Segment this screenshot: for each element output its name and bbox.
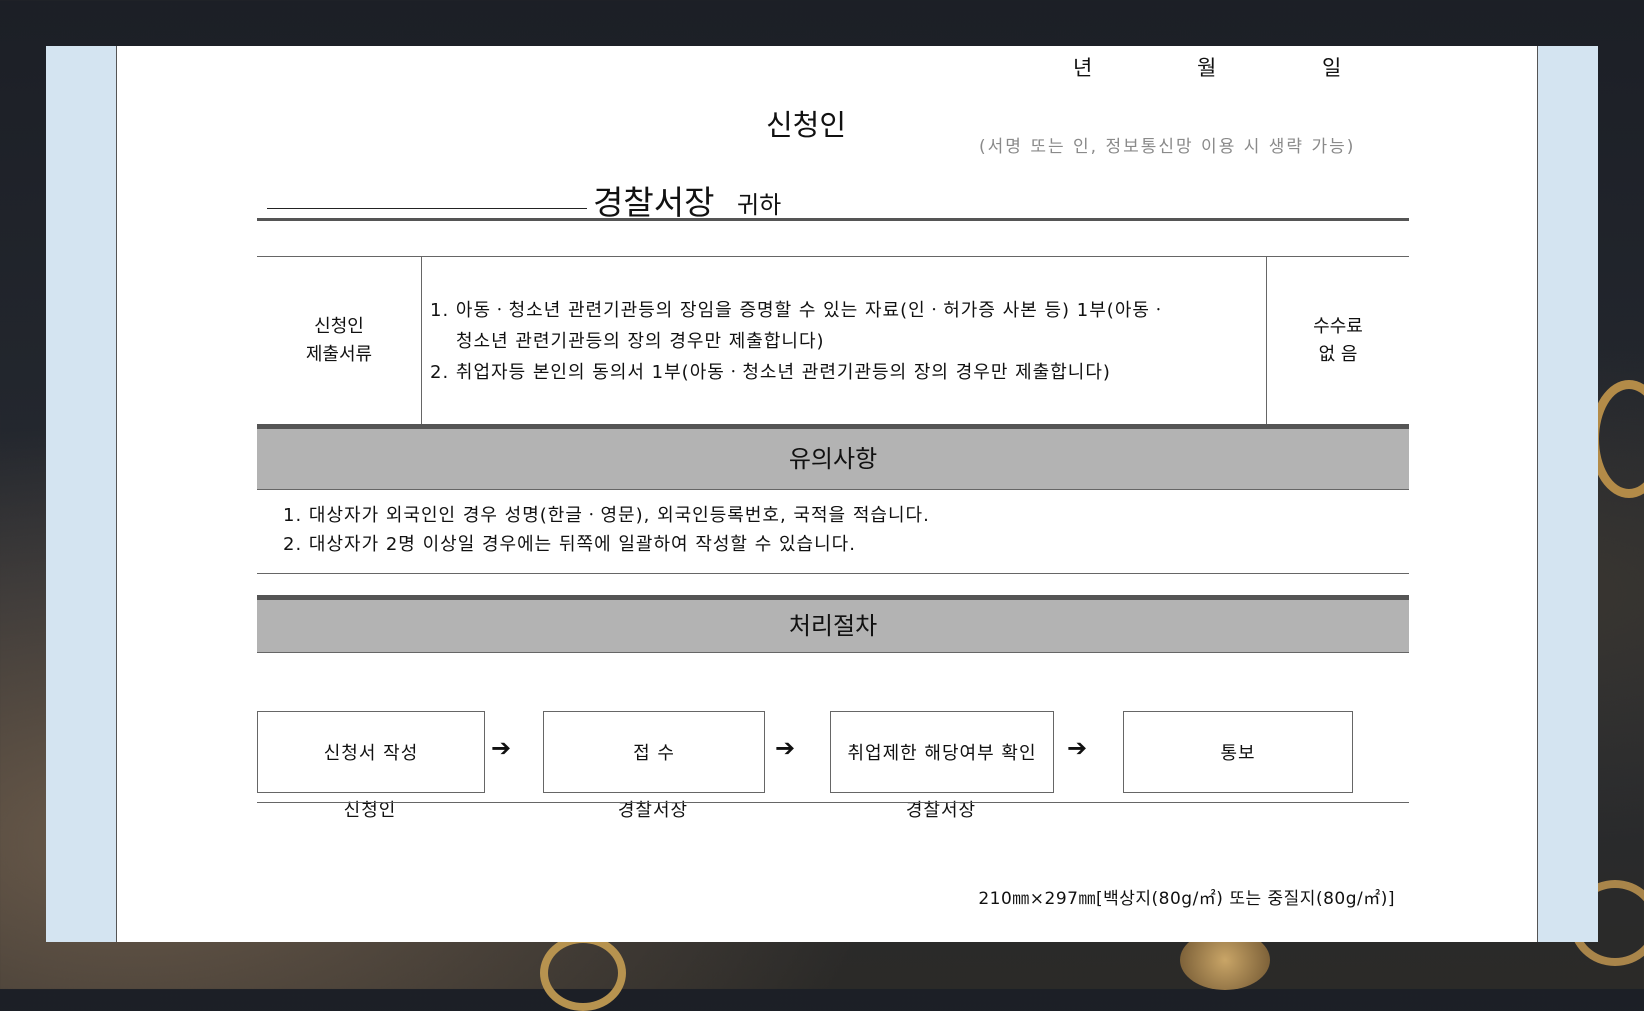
date-day-label: 일 (1322, 56, 1342, 80)
procedure-step-actor: 신청인 (343, 800, 397, 821)
applicant-label: 신청인 (766, 108, 847, 142)
documents-list: 1. 아동ㆍ청소년 관련기관등의 장임을 증명할 수 있는 자료(인ㆍ허가증 사… (421, 256, 1267, 426)
arrow-right-icon: ➔ (775, 734, 796, 762)
document-item: 2. 취업자등 본인의 동의서 1부(아동ㆍ청소년 관련기관등의 장의 경우만 … (430, 361, 1111, 383)
document-item-continued: 청소년 관련기관등의 장의 경우만 제출합니다) (456, 330, 825, 352)
notices-title: 유의사항 (788, 445, 878, 473)
decorative-chain (1590, 380, 1644, 498)
document-viewer: 년 월 일 신청인 (서명 또는 인, 정보통신망 이용 시 생략 가능) 경찰… (46, 46, 1598, 942)
notice-item: 2. 대상자가 2명 이상일 경우에는 뒤쪽에 일괄하여 작성할 수 있습니다. (283, 534, 856, 555)
paper-spec-footer: 210㎜×297㎜[백상지(80g/㎡) 또는 중질지(80g/㎡)] (978, 889, 1395, 909)
notices-section-header: 유의사항 (257, 424, 1409, 490)
divider (257, 218, 1409, 221)
procedure-step-box: 접 수 (543, 711, 765, 793)
date-month-label: 월 (1197, 56, 1217, 80)
required-documents-table: 신청인 제출서류 1. 아동ㆍ청소년 관련기관등의 장임을 증명할 수 있는 자… (257, 256, 1409, 426)
procedure-step-actor: 경찰서장 (617, 800, 689, 821)
documents-header: 신청인 제출서류 (257, 256, 422, 426)
date-year-label: 년 (1073, 56, 1093, 80)
procedure-section-header: 처리절차 (257, 595, 1409, 653)
station-title: 경찰서장 (593, 183, 715, 222)
addressee-blank-line (267, 208, 587, 209)
procedure-step-label: 신청서 작성 (323, 743, 419, 764)
divider (257, 802, 1409, 803)
document-page: 년 월 일 신청인 (서명 또는 인, 정보통신망 이용 시 생략 가능) 경찰… (116, 46, 1538, 942)
notice-item: 1. 대상자가 외국인인 경우 성명(한글ㆍ영문), 외국인등록번호, 국적을 … (283, 505, 930, 526)
arrow-right-icon: ➔ (491, 734, 512, 762)
fee-value: 없 음 (1318, 344, 1358, 365)
signature-note: (서명 또는 인, 정보통신망 이용 시 생략 가능) (979, 137, 1356, 157)
procedure-step-box: 취업제한 해당여부 확인 (830, 711, 1054, 793)
documents-header-line: 신청인 (314, 316, 364, 337)
fee-label: 수수료 (1313, 316, 1363, 337)
documents-header-line: 제출서류 (305, 344, 373, 365)
procedure-step-box: 통보 (1123, 711, 1353, 793)
decorative-chain (540, 935, 626, 1011)
divider (257, 573, 1409, 574)
document-item: 1. 아동ㆍ청소년 관련기관등의 장임을 증명할 수 있는 자료(인ㆍ허가증 사… (430, 299, 1168, 321)
procedure-title: 처리절차 (788, 612, 878, 640)
procedure-step-label: 접 수 (633, 743, 675, 764)
honorific: 귀하 (737, 191, 782, 219)
procedure-step-label: 통보 (1220, 743, 1256, 764)
fee-cell: 수수료 없 음 (1266, 256, 1409, 426)
procedure-step-actor: 경찰서장 (905, 800, 977, 821)
procedure-step-label: 취업제한 해당여부 확인 (847, 743, 1037, 764)
arrow-right-icon: ➔ (1067, 734, 1088, 762)
procedure-step-box: 신청서 작성 (257, 711, 485, 793)
